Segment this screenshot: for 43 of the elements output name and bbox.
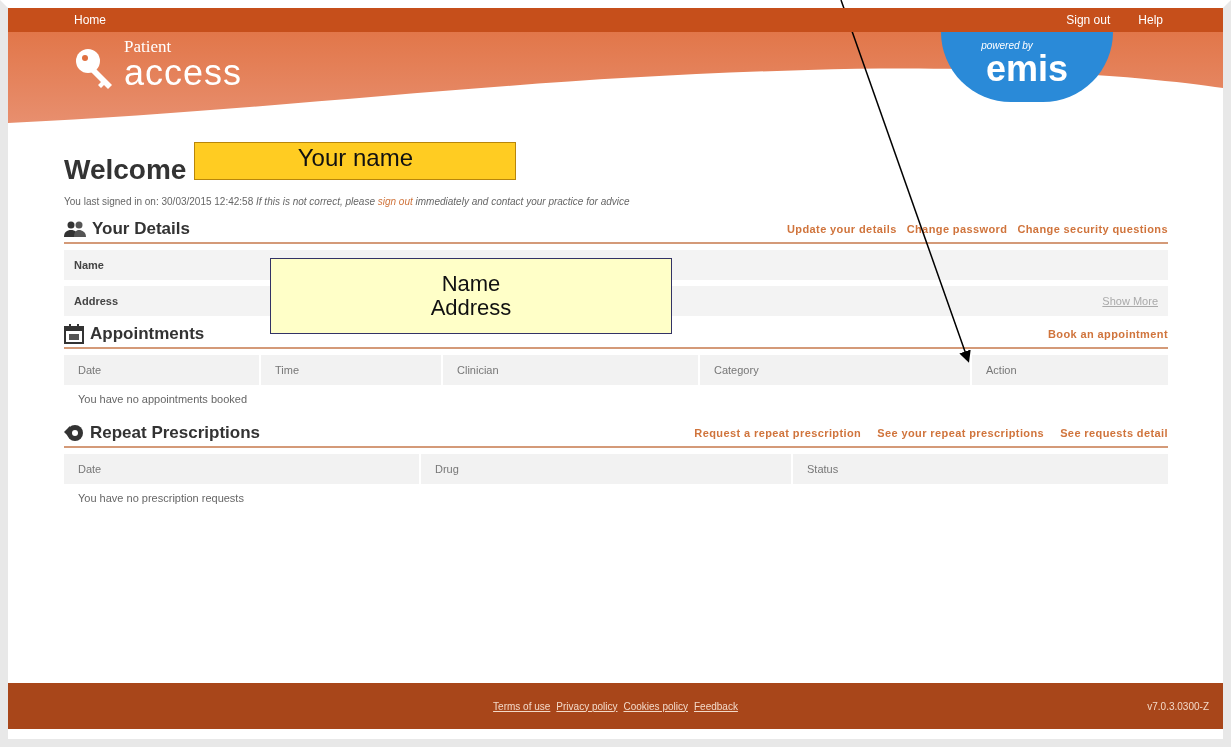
section-title: Repeat Prescriptions	[90, 423, 261, 443]
calendar-icon	[64, 324, 84, 344]
empty-message: You have no prescription requests	[78, 492, 245, 504]
column-header: Clinician	[443, 355, 698, 385]
section-link[interactable]: See your repeat prescriptions	[877, 427, 1045, 439]
empty-message: You have no appointments booked	[78, 393, 248, 405]
sign-out-link[interactable]: sign out	[377, 196, 413, 207]
column-header: Status	[793, 454, 1168, 484]
nav-link[interactable]: Help	[1138, 13, 1163, 27]
column-header: Category	[700, 355, 970, 385]
refresh-icon	[64, 423, 84, 443]
footer-link[interactable]: Cookies policy	[623, 700, 688, 712]
section-link[interactable]: Change security questions	[1017, 223, 1168, 235]
last-signed-in-text: You last signed in on: 30/03/2015 12:42:58 If this is not correct, please sign out immediately and contact your practice for advice	[64, 196, 631, 207]
welcome-title: Welcome	[64, 154, 187, 186]
section-link[interactable]: See requests detail	[1060, 427, 1168, 439]
name-box: Your name	[194, 142, 517, 180]
nav-link[interactable]: Home	[74, 13, 106, 27]
footer-link[interactable]: Privacy policy	[556, 700, 618, 712]
nav-link[interactable]: Sign out	[1066, 13, 1111, 27]
column-header: Date	[64, 454, 419, 484]
badge-caption: powered by	[981, 40, 1033, 51]
column-header: Drug	[421, 454, 791, 484]
section-link[interactable]: Book an appointment	[1047, 328, 1168, 340]
column-header: Action	[972, 355, 1168, 385]
overlay-text: Name	[441, 271, 501, 296]
section-title: Your Details	[92, 219, 190, 239]
logo-text: access	[124, 55, 243, 91]
people-icon	[64, 221, 86, 237]
column-header: Date	[64, 355, 259, 385]
footer-link[interactable]: Terms of use	[493, 700, 551, 712]
section-link[interactable]: Request a repeat prescription	[694, 427, 862, 439]
field-label: Address	[74, 295, 119, 307]
section-link[interactable]: Update your details	[786, 223, 897, 235]
logo-text: Patient	[124, 38, 173, 55]
footer-link[interactable]: Feedback	[693, 700, 738, 712]
show-more-link[interactable]: Show More	[1102, 295, 1158, 307]
version-text: v7.0.3.0300-Z	[1147, 700, 1209, 712]
column-header: Time	[261, 355, 441, 385]
badge-logo-text: emis	[985, 51, 1069, 87]
field-label: Name	[74, 259, 104, 271]
section-title: Appointments	[90, 324, 205, 344]
overlay-text: Address	[430, 296, 512, 321]
